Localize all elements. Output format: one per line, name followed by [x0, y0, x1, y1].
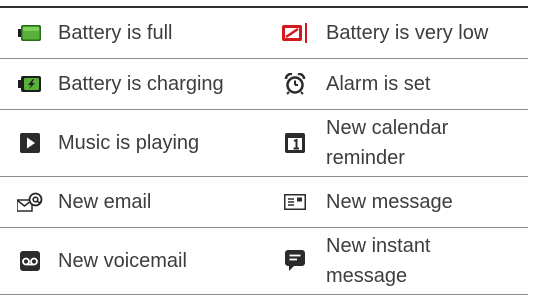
- status-label: Music is playing: [58, 132, 200, 154]
- table-row: Battery is charging Alarm is set: [0, 59, 528, 110]
- status-label: New instant message: [326, 235, 431, 287]
- email-icon: [17, 192, 43, 212]
- table-cell: New instant message: [264, 228, 528, 294]
- message-icon: [284, 194, 306, 210]
- table-cell: New email: [0, 177, 264, 227]
- table-cell: New voicemail: [0, 228, 264, 294]
- table-cell: Music is playing: [0, 110, 264, 176]
- table-cell: New calendar reminder: [264, 110, 528, 176]
- table-cell: Battery is full: [0, 8, 264, 58]
- status-label: Battery is very low: [326, 22, 489, 44]
- status-label: Battery is full: [58, 22, 173, 44]
- status-label: New message: [326, 191, 453, 213]
- chat-bubble-icon: [285, 250, 305, 271]
- status-label: Battery is charging: [58, 73, 224, 95]
- table-cell: Battery is very low: [264, 8, 528, 58]
- alarm-clock-icon: [284, 73, 306, 95]
- status-label: New calendar reminder: [326, 117, 449, 169]
- status-label: Alarm is set: [326, 73, 431, 95]
- voicemail-icon: [20, 251, 40, 271]
- table-cell: New message: [264, 177, 528, 227]
- battery-full-icon: [18, 25, 41, 41]
- table-row: Music is playing New calendar reminder: [0, 110, 528, 177]
- table-row: New email New message: [0, 177, 528, 228]
- table-cell: Alarm is set: [264, 59, 528, 109]
- battery-charging-icon: [18, 76, 41, 92]
- play-icon: [20, 133, 40, 153]
- status-label: New email: [58, 191, 152, 213]
- table-row: New voicemail New instant message: [0, 228, 528, 295]
- status-label: New voicemail: [58, 250, 187, 272]
- calendar-icon: [285, 133, 305, 153]
- battery-very-low-icon: [282, 23, 307, 43]
- table-row: Battery is full Battery is very low: [0, 8, 528, 59]
- table-cell: Battery is charging: [0, 59, 264, 109]
